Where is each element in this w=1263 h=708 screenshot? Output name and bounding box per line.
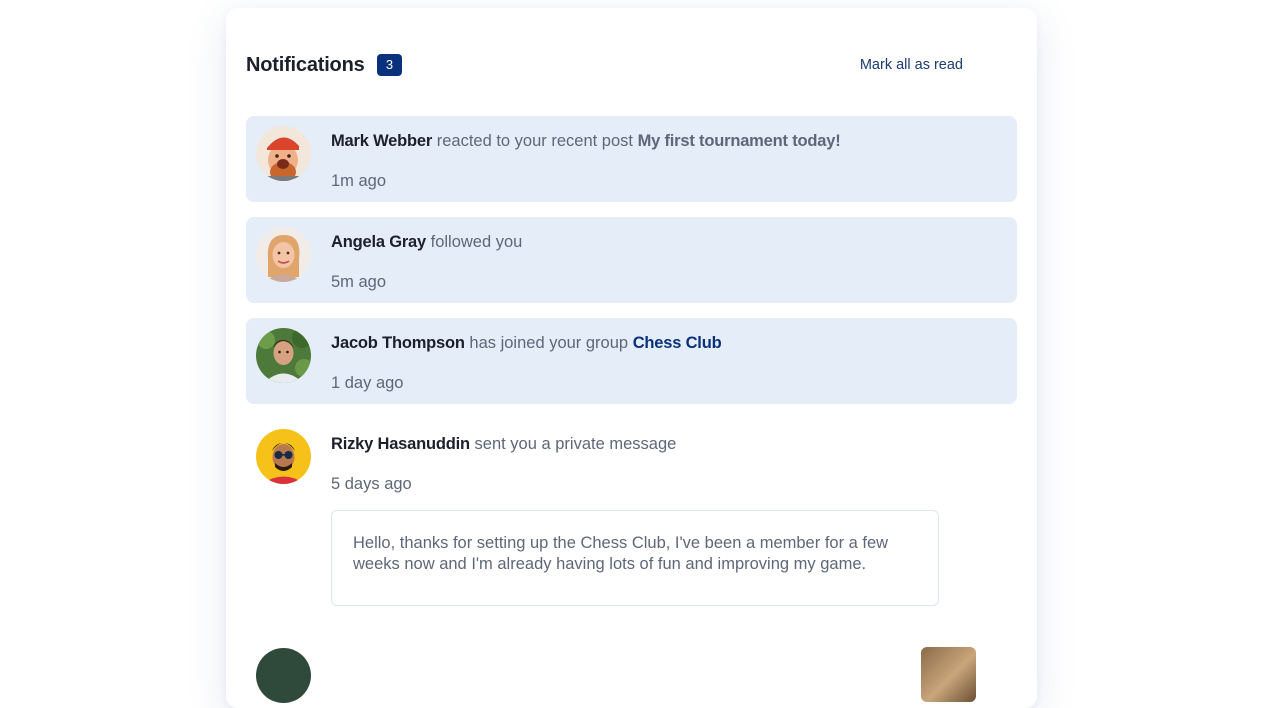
notification-action: followed you xyxy=(430,233,523,251)
notification-text: Jacob Thompson has joined your group Che… xyxy=(331,334,722,353)
avatar-mark-webber-icon[interactable] xyxy=(256,126,311,181)
notification-action: has joined your group xyxy=(469,334,629,352)
user-name-link[interactable]: Mark Webber xyxy=(331,132,432,150)
user-name-link[interactable]: Angela Gray xyxy=(331,233,426,251)
notifications-card: Notifications 3 Mark all as read Mark We… xyxy=(226,8,1037,708)
user-name-link[interactable]: Jacob Thompson xyxy=(331,334,465,352)
notification-item[interactable]: Mark Webber reacted to your recent post … xyxy=(246,116,1017,202)
notifications-header: Notifications 3 Mark all as read xyxy=(246,52,1017,82)
post-link[interactable]: My first tournament today! xyxy=(638,132,841,150)
mark-all-as-read-button[interactable]: Mark all as read xyxy=(860,57,963,73)
notification-action: reacted to your recent post xyxy=(436,132,633,150)
page-title: Notifications xyxy=(246,54,365,76)
notification-time: 1m ago xyxy=(331,172,387,190)
notification-time: 5m ago xyxy=(331,273,387,291)
notification-time: 5 days ago xyxy=(331,475,412,493)
user-name-link[interactable]: Rizky Hasanuddin xyxy=(331,435,470,453)
notification-action: sent you a private message xyxy=(474,435,677,453)
notification-item[interactable]: Rizky Hasanuddin sent you a private mess… xyxy=(246,419,1017,505)
avatar-angela-gray-icon[interactable] xyxy=(256,227,311,282)
notification-item[interactable]: Angela Gray followed you 5m ago xyxy=(246,217,1017,303)
notification-text: Angela Gray followed you xyxy=(331,233,522,252)
notification-text: Mark Webber reacted to your recent post … xyxy=(331,132,841,151)
group-link[interactable]: Chess Club xyxy=(633,334,722,352)
notification-text: Rizky Hasanuddin sent you a private mess… xyxy=(331,435,676,454)
notification-time: 1 day ago xyxy=(331,374,404,392)
avatar-icon[interactable] xyxy=(256,648,311,703)
picture-thumbnail[interactable] xyxy=(921,647,976,702)
avatar-jacob-thompson-icon[interactable] xyxy=(256,328,311,383)
private-message-preview[interactable]: Hello, thanks for setting up the Chess C… xyxy=(331,510,939,606)
notification-item[interactable]: Jacob Thompson has joined your group Che… xyxy=(246,318,1017,404)
unread-count-badge: 3 xyxy=(377,54,402,76)
avatar-rizky-hasanuddin-icon[interactable] xyxy=(256,429,311,484)
